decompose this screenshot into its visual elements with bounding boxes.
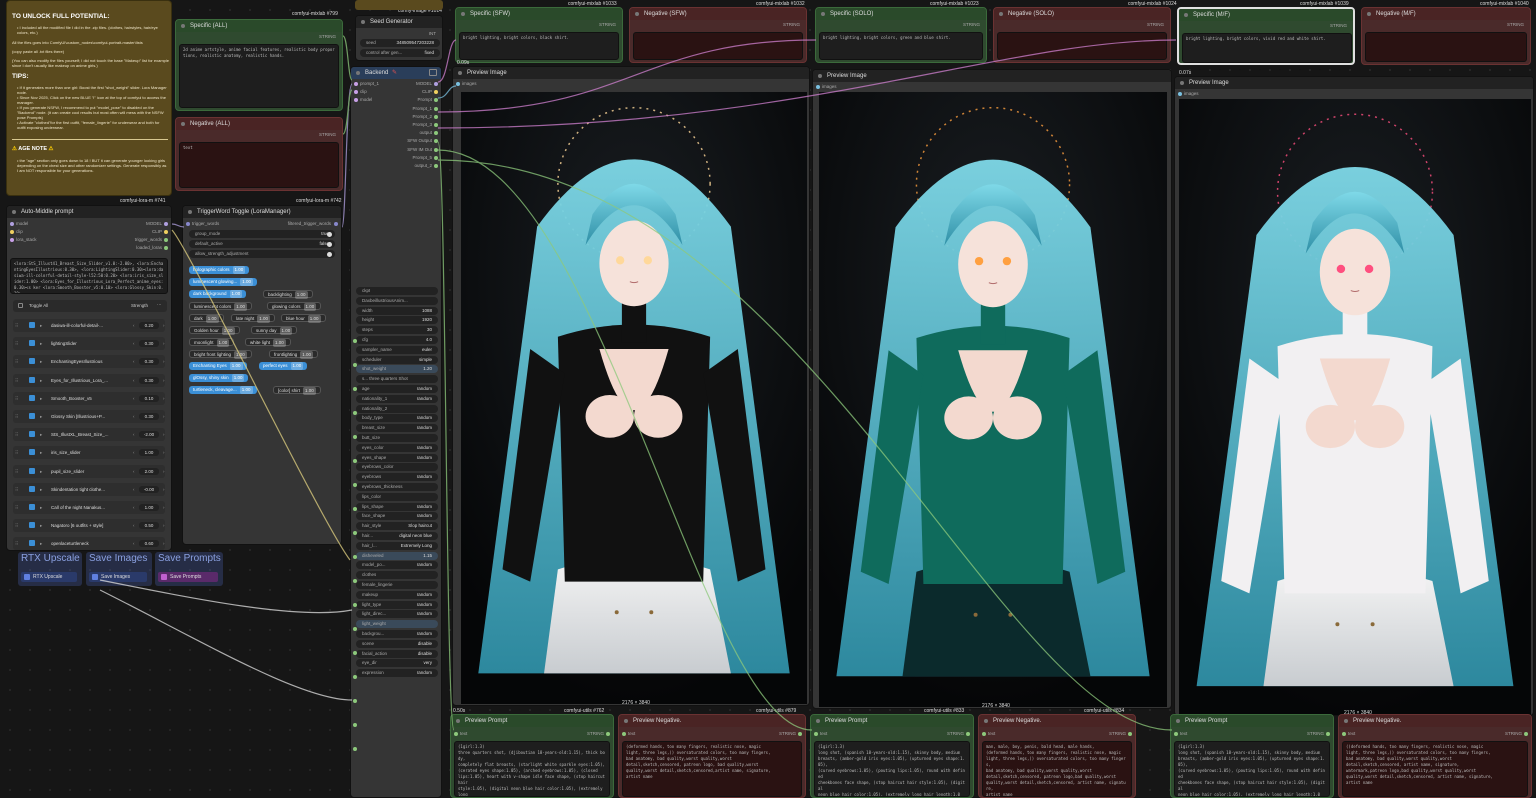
node-links [99, 35, 1177, 731]
